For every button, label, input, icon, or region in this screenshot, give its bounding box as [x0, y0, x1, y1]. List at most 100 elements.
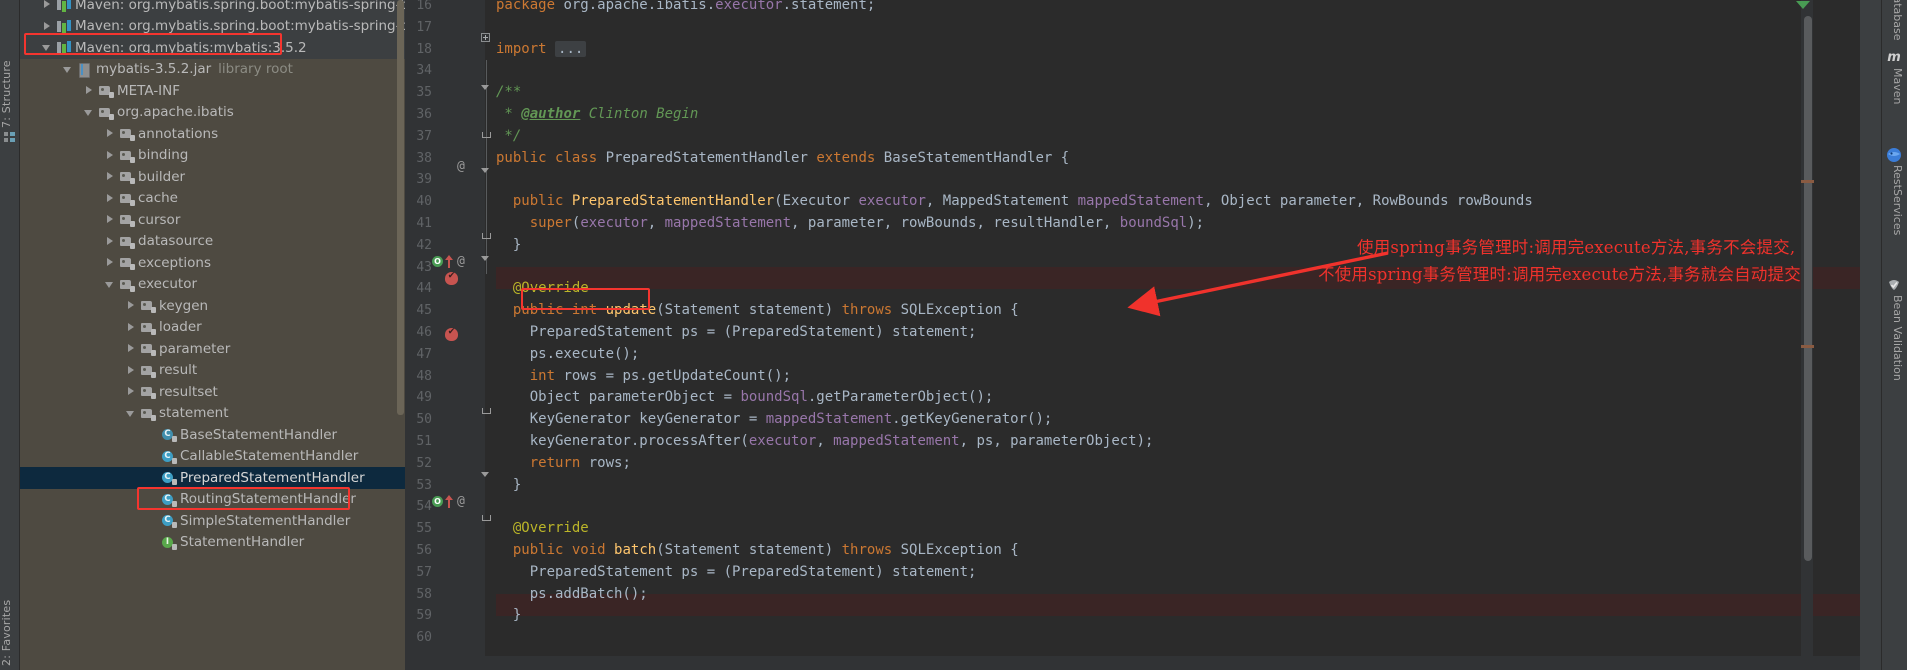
tree-row[interactable]: SimpleStatementHandler: [20, 510, 405, 532]
code-text-area[interactable]: package org.apache.ibatis.executor.state…: [496, 0, 1860, 670]
tree-row[interactable]: keygen: [20, 295, 405, 317]
code-line[interactable]: }: [496, 605, 521, 627]
gutter-line-number[interactable]: 34: [405, 60, 485, 82]
tree-row[interactable]: datasource: [20, 231, 405, 253]
tree-toggle-closed-icon[interactable]: [105, 214, 116, 225]
gutter-line-number[interactable]: 57: [405, 562, 485, 584]
gutter-line-number[interactable]: 49: [405, 387, 485, 409]
tree-row[interactable]: exceptions: [20, 252, 405, 274]
tree-toggle-closed-icon[interactable]: [105, 171, 116, 182]
code-line[interactable]: /**: [496, 82, 521, 104]
tree-toggle-open-icon[interactable]: [63, 64, 74, 75]
tree-toggle-open-icon[interactable]: [105, 279, 116, 290]
tree-toggle-closed-icon[interactable]: [105, 128, 116, 139]
fold-collapse-icon[interactable]: [481, 166, 490, 175]
sidebar-tab-favorites[interactable]: 2: Favorites: [0, 580, 20, 666]
tree-row[interactable]: resultset: [20, 381, 405, 403]
inspection-ok-icon[interactable]: [1796, 1, 1810, 14]
tree-toggle-closed-icon[interactable]: [126, 386, 137, 397]
implemented-method-icon[interactable]: O: [432, 256, 444, 268]
tree-row[interactable]: META-INF: [20, 80, 405, 102]
fold-end-icon[interactable]: [481, 231, 491, 240]
editor-scrollbar[interactable]: [1804, 16, 1812, 561]
tree-row[interactable]: loader: [20, 317, 405, 339]
code-line[interactable]: package org.apache.ibatis.executor.state…: [496, 0, 875, 17]
tree-toggle-closed-icon[interactable]: [105, 236, 116, 247]
code-line[interactable]: ps.addBatch();: [496, 584, 648, 606]
tree-toggle-closed-icon[interactable]: [126, 300, 137, 311]
gutter-line-number[interactable]: 37: [405, 126, 485, 148]
code-line[interactable]: PreparedStatement ps = (PreparedStatemen…: [496, 322, 977, 344]
tree-row[interactable]: org.apache.ibatis: [20, 102, 405, 124]
tree-row[interactable]: result: [20, 360, 405, 382]
gutter-line-number[interactable]: 35: [405, 82, 485, 104]
tree-row[interactable]: cursor: [20, 209, 405, 231]
sidebar-tab-maven[interactable]: Maven: [1884, 68, 1904, 104]
gutter-line-number[interactable]: 59: [405, 605, 485, 627]
code-line[interactable]: ps.execute();: [496, 344, 640, 366]
gutter-line-number[interactable]: 51: [405, 431, 485, 453]
code-line[interactable]: KeyGenerator keyGenerator = mappedStatem…: [496, 409, 1053, 431]
gutter-line-number[interactable]: 45: [405, 300, 485, 322]
rest-services-icon[interactable]: [1886, 147, 1902, 163]
gutter-line-number[interactable]: 41: [405, 213, 485, 235]
fold-expand-icon[interactable]: [481, 33, 490, 42]
tree-row[interactable]: cache: [20, 188, 405, 210]
breakpoint-verified-icon[interactable]: [445, 271, 458, 285]
gutter-line-number[interactable]: 36: [405, 104, 485, 126]
gutter-line-number[interactable]: 58: [405, 584, 485, 606]
maven-m-icon[interactable]: m: [1886, 50, 1902, 66]
fold-end-icon[interactable]: [481, 406, 491, 415]
code-line[interactable]: }: [496, 235, 521, 257]
marker-stripe[interactable]: [1801, 180, 1814, 183]
tree-row[interactable]: RoutingStatementHandler: [20, 489, 405, 511]
code-line[interactable]: import ...: [496, 39, 587, 61]
tree-row[interactable]: statement: [20, 403, 405, 425]
tree-row[interactable]: PreparedStatementHandler: [20, 467, 405, 489]
code-line[interactable]: public void batch(Statement statement) t…: [496, 540, 1019, 562]
gutter-line-number[interactable]: 16: [405, 0, 485, 17]
gutter-line-number[interactable]: 42: [405, 235, 485, 257]
fold-end-icon[interactable]: [481, 130, 491, 139]
code-line[interactable]: @Override: [496, 278, 589, 300]
annotation-gutter-icon[interactable]: @: [457, 159, 465, 174]
fold-end-icon[interactable]: [481, 513, 491, 522]
code-line[interactable]: public int update(Statement statement) t…: [496, 300, 1019, 322]
fold-collapse-icon[interactable]: [481, 470, 490, 479]
tree-row[interactable]: annotations: [20, 123, 405, 145]
tree-row[interactable]: StatementHandler: [20, 532, 405, 554]
gutter-line-number[interactable]: 56: [405, 540, 485, 562]
code-line[interactable]: PreparedStatement ps = (PreparedStatemen…: [496, 562, 977, 584]
tree-row[interactable]: BaseStatementHandler: [20, 424, 405, 446]
sidebar-tab-database[interactable]: Database: [1884, 0, 1904, 41]
gutter-line-number[interactable]: 40: [405, 191, 485, 213]
code-line[interactable]: return rows;: [496, 453, 631, 475]
project-tree-panel[interactable]: Maven: org.mybatis.spring.boot:mybatis-s…: [20, 0, 405, 670]
code-line[interactable]: super(executor, mappedStatement, paramet…: [496, 213, 1204, 235]
breakpoint-verified-icon[interactable]: [445, 327, 458, 341]
gutter-line-number[interactable]: 52: [405, 453, 485, 475]
sidebar-tab-rest-services[interactable]: RestServices: [1884, 165, 1904, 235]
tree-row[interactable]: Maven: org.mybatis.spring.boot:mybatis-s…: [20, 15, 405, 37]
gutter-line-number[interactable]: 38: [405, 148, 485, 170]
code-line[interactable]: int rows = ps.getUpdateCount();: [496, 366, 791, 388]
code-line[interactable]: public class PreparedStatementHandler ex…: [496, 148, 1069, 170]
tree-toggle-open-icon[interactable]: [126, 408, 137, 419]
tree-toggle-closed-icon[interactable]: [126, 365, 137, 376]
gutter-line-number[interactable]: 50: [405, 409, 485, 431]
tree-row[interactable]: builder: [20, 166, 405, 188]
code-line[interactable]: @Override: [496, 518, 589, 540]
gutter-line-number[interactable]: 55: [405, 518, 485, 540]
gutter-line-number[interactable]: 17: [405, 17, 485, 39]
overriding-method-icon[interactable]: [445, 495, 453, 508]
tree-toggle-closed-icon[interactable]: [126, 322, 137, 333]
bean-validation-icon[interactable]: [1886, 277, 1902, 293]
tree-toggle-closed-icon[interactable]: [42, 21, 53, 32]
code-editor[interactable]: 16 17 18 34 35 36 37 38 39 40 41 42 43 44 45 46 47 48 49 50…: [405, 0, 1860, 670]
gutter-line-number[interactable]: 53: [405, 475, 485, 497]
code-line[interactable]: }: [496, 475, 521, 497]
gutter-line-number[interactable]: 48: [405, 366, 485, 388]
fold-collapse-icon[interactable]: [481, 254, 490, 263]
code-line[interactable]: Object parameterObject = boundSql.getPar…: [496, 387, 994, 409]
tree-toggle-closed-icon[interactable]: [126, 343, 137, 354]
